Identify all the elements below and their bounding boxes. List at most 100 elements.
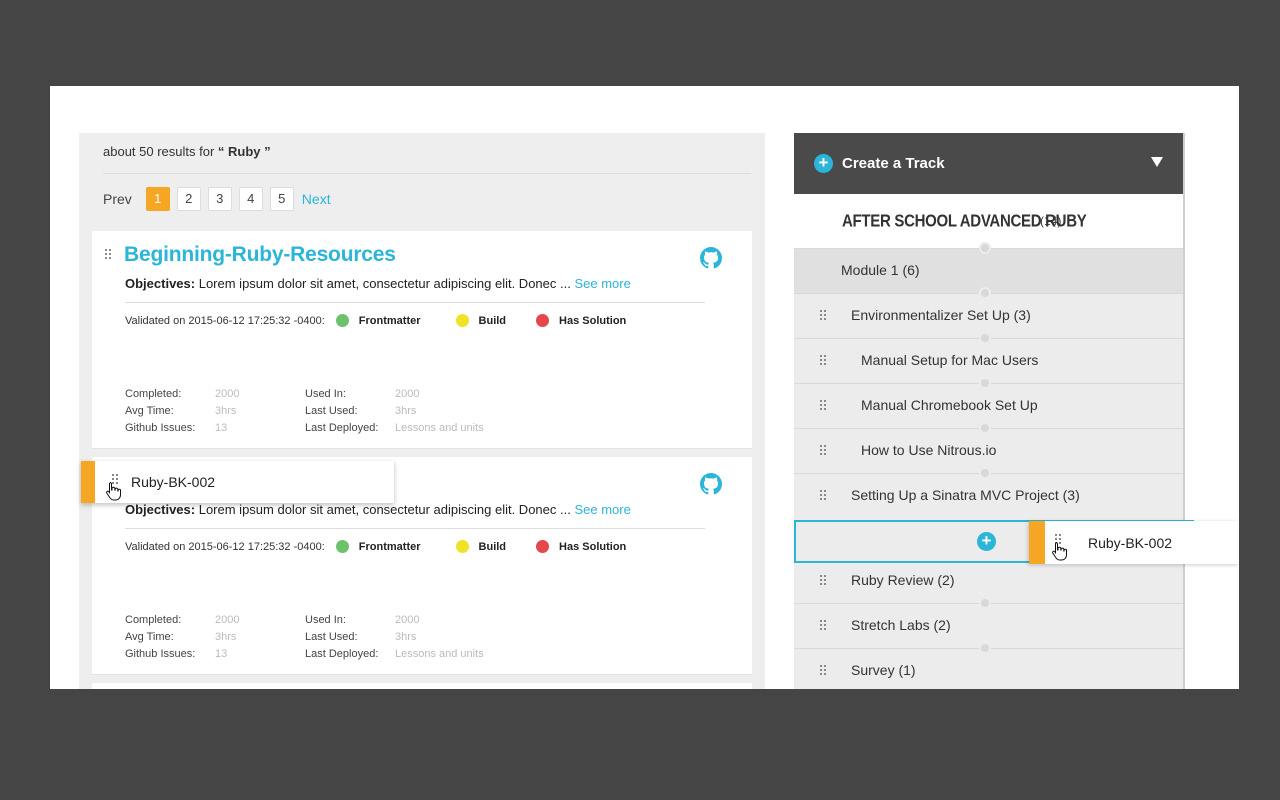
check-frontmatter: Frontmatter bbox=[358, 540, 421, 553]
track-row-label: Setting Up a Sinatra MVC Project (3) bbox=[851, 487, 1080, 503]
dragging-card-label: Ruby-BK-002 bbox=[131, 474, 216, 490]
connector-dot bbox=[979, 422, 991, 434]
drop-preview-label: Ruby-BK-002 bbox=[1088, 535, 1173, 551]
stat-label: Github Issues: bbox=[125, 648, 196, 660]
create-track-title: Create a Track bbox=[842, 155, 945, 172]
drag-handle-icon[interactable] bbox=[820, 400, 826, 414]
github-icon[interactable] bbox=[700, 473, 722, 495]
connector-dot bbox=[979, 242, 991, 254]
validation-row: Validated on 2015-06-12 17:25:32 -0400: … bbox=[125, 540, 626, 553]
page-1-button[interactable]: 1 bbox=[145, 187, 170, 211]
hand-cursor-icon bbox=[1052, 542, 1067, 561]
track-unit-row[interactable]: Survey (1) bbox=[794, 648, 1183, 689]
see-more-link[interactable]: See more bbox=[574, 276, 630, 291]
status-dot-red-icon bbox=[536, 540, 550, 553]
drag-handle-icon[interactable] bbox=[820, 310, 826, 324]
app-frame: about 50 results for “ Ruby ” Prev 1 2 3… bbox=[50, 86, 1239, 689]
stat-value: 2000 bbox=[395, 614, 420, 626]
track-lesson-row[interactable]: How to Use Nitrous.io bbox=[794, 428, 1183, 473]
stat-value: Lessons and units bbox=[395, 422, 484, 434]
connector-dot bbox=[979, 377, 991, 389]
prev-page-link[interactable]: Prev bbox=[103, 191, 132, 207]
track-unit-row[interactable]: Setting Up a Sinatra MVC Project (3) bbox=[794, 473, 1183, 518]
search-results-panel: about 50 results for “ Ruby ” Prev 1 2 3… bbox=[79, 133, 765, 689]
connector-dot bbox=[979, 332, 991, 344]
track-lesson-row[interactable]: Manual Chromebook Set Up bbox=[794, 383, 1183, 428]
status-dot-yellow-icon bbox=[455, 540, 469, 553]
check-has-solution: Has Solution bbox=[559, 314, 627, 327]
stat-label: Used In: bbox=[305, 388, 346, 400]
add-icon[interactable]: + bbox=[977, 532, 996, 551]
connector-dot bbox=[979, 597, 991, 609]
track-title-row: AFTER SCHOOL ADVANCED RUBY (14) bbox=[794, 194, 1183, 248]
result-card[interactable] bbox=[92, 683, 752, 689]
status-dot-red-icon bbox=[536, 314, 550, 327]
stat-value: Lessons and units bbox=[395, 648, 484, 660]
stat-label: Completed: bbox=[125, 388, 182, 400]
objectives-label: Objectives: bbox=[125, 276, 196, 291]
stat-label: Last Deployed: bbox=[305, 648, 379, 660]
page-4-button[interactable]: 4 bbox=[238, 187, 263, 211]
page-5-button[interactable]: 5 bbox=[269, 187, 294, 211]
pagination: Prev 1 2 3 4 5 Next bbox=[103, 187, 331, 211]
drag-accent-bar bbox=[1029, 521, 1045, 564]
track-row-label: Manual Chromebook Set Up bbox=[861, 397, 1038, 413]
stat-label: Avg Time: bbox=[125, 405, 174, 417]
drag-handle-icon[interactable] bbox=[820, 665, 826, 679]
card-objectives: Objectives: Lorem ipsum dolor sit amet, … bbox=[125, 276, 631, 291]
stat-label: Used In: bbox=[305, 614, 346, 626]
results-prefix: about 50 results for bbox=[103, 144, 215, 159]
stat-label: Last Used: bbox=[305, 405, 358, 417]
stat-value: 3hrs bbox=[215, 631, 237, 643]
create-track-header[interactable]: + Create a Track bbox=[794, 133, 1183, 194]
stat-value: 2000 bbox=[215, 388, 240, 400]
page-2-button[interactable]: 2 bbox=[176, 187, 201, 211]
card-objectives: Objectives: Lorem ipsum dolor sit amet, … bbox=[125, 502, 631, 517]
stat-value: 3hrs bbox=[395, 631, 417, 643]
status-dot-green-icon bbox=[335, 314, 349, 327]
drag-handle-icon[interactable] bbox=[820, 575, 826, 589]
hand-cursor-icon bbox=[106, 482, 121, 501]
track-count: (14) bbox=[1040, 214, 1062, 228]
objectives-text: Lorem ipsum dolor sit amet, consectetur … bbox=[198, 276, 571, 291]
track-unit-row[interactable]: Ruby Review (2) bbox=[794, 558, 1183, 603]
connector-dot bbox=[979, 467, 991, 479]
dropdown-caret-icon[interactable] bbox=[1151, 157, 1163, 167]
track-unit-row[interactable]: Stretch Labs (2) bbox=[794, 603, 1183, 648]
track-row-label: How to Use Nitrous.io bbox=[861, 442, 997, 458]
result-card[interactable]: Beginning-Ruby-Resources Objectives: Lor… bbox=[92, 231, 752, 449]
drag-handle-icon[interactable] bbox=[105, 249, 111, 263]
track-row-label: Environmentalizer Set Up (3) bbox=[851, 307, 1031, 323]
track-lesson-row[interactable]: Manual Setup for Mac Users bbox=[794, 338, 1183, 383]
status-dot-yellow-icon bbox=[455, 314, 469, 327]
github-icon[interactable] bbox=[700, 247, 722, 269]
stat-value: 13 bbox=[215, 422, 228, 434]
track-module-row[interactable]: Module 1 (6) bbox=[794, 248, 1183, 293]
drop-preview-chip[interactable]: Ruby-BK-002 bbox=[1029, 521, 1239, 564]
stat-label: Last Deployed: bbox=[305, 422, 379, 434]
check-build: Build bbox=[478, 540, 507, 553]
stat-label: Last Used: bbox=[305, 631, 358, 643]
drag-handle-icon[interactable] bbox=[820, 355, 826, 369]
card-title[interactable]: Beginning-Ruby-Resources bbox=[124, 243, 396, 267]
check-build: Build bbox=[478, 314, 507, 327]
track-unit-row[interactable]: Environmentalizer Set Up (3) bbox=[794, 293, 1183, 338]
stat-value: 2000 bbox=[395, 388, 420, 400]
validated-text: Validated on 2015-06-12 17:25:32 -0400: bbox=[125, 540, 325, 553]
validated-text: Validated on 2015-06-12 17:25:32 -0400: bbox=[125, 314, 325, 327]
see-more-link[interactable]: See more bbox=[574, 502, 630, 517]
track-row-label: Module 1 (6) bbox=[841, 262, 920, 278]
check-frontmatter: Frontmatter bbox=[358, 314, 421, 327]
stat-label: Github Issues: bbox=[125, 422, 196, 434]
drag-handle-icon[interactable] bbox=[820, 490, 826, 504]
stat-label: Completed: bbox=[125, 614, 182, 626]
divider bbox=[103, 173, 751, 174]
add-icon[interactable]: + bbox=[814, 154, 833, 173]
next-page-link[interactable]: Next bbox=[302, 191, 331, 207]
stat-value: 3hrs bbox=[215, 405, 237, 417]
drag-handle-icon[interactable] bbox=[820, 445, 826, 459]
drag-handle-icon[interactable] bbox=[820, 620, 826, 634]
page-3-button[interactable]: 3 bbox=[207, 187, 232, 211]
track-panel: + Create a Track AFTER SCHOOL ADVANCED R… bbox=[794, 133, 1194, 689]
dragging-card-chip[interactable]: Ruby-BK-002 bbox=[81, 461, 394, 503]
